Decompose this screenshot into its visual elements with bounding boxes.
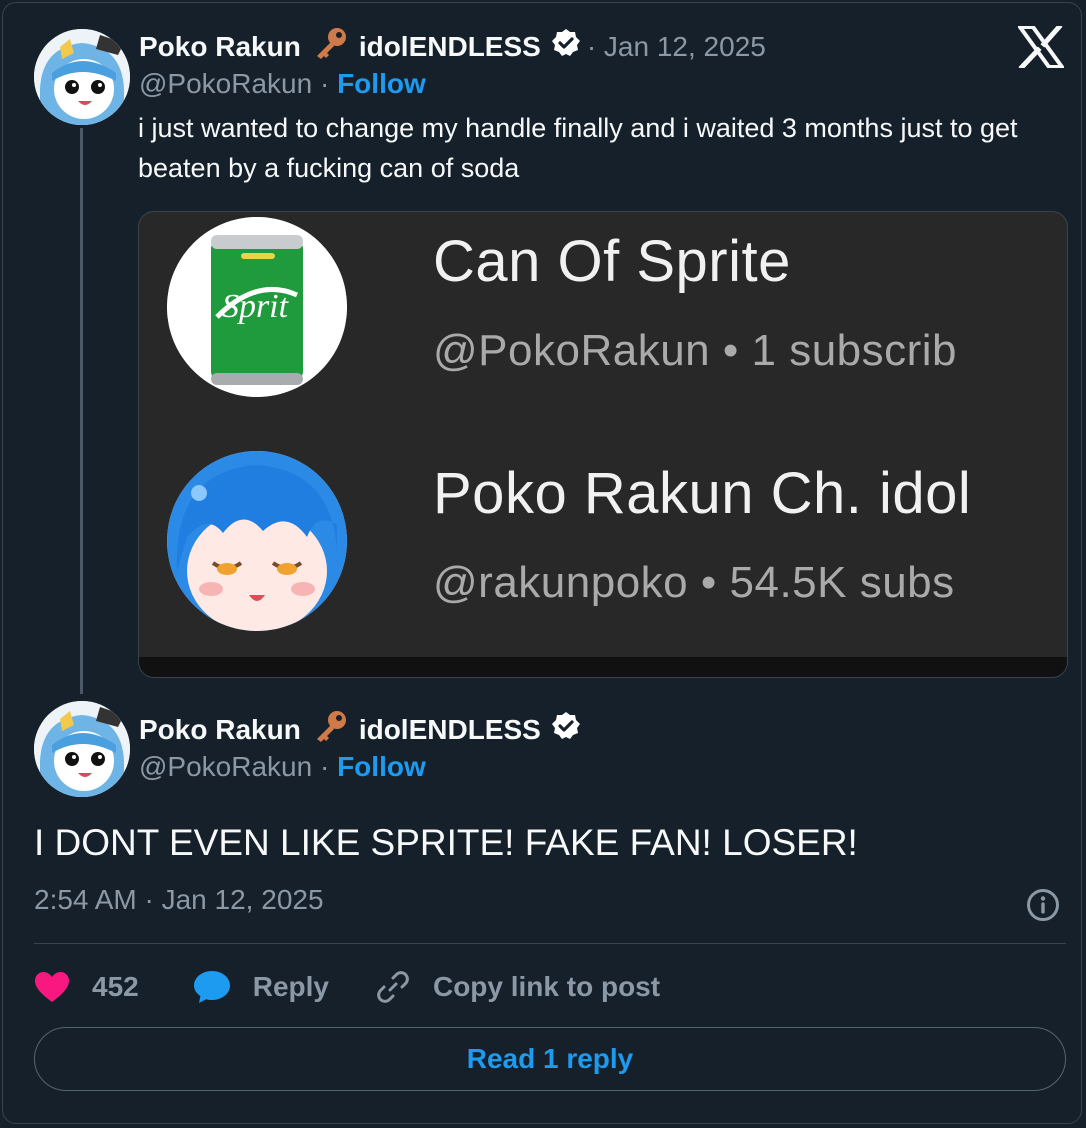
tweet1-text: i just wanted to change my handle finall… xyxy=(138,113,1018,183)
author-display-name[interactable]: Poko Rakun xyxy=(139,31,301,63)
author-handle[interactable]: @PokoRakun · xyxy=(139,68,329,99)
author-handle-2[interactable]: @PokoRakun · xyxy=(139,751,329,782)
follow-button[interactable]: Follow xyxy=(337,68,426,99)
x-logo-icon[interactable] xyxy=(1016,23,1066,73)
follow-button-2[interactable]: Follow xyxy=(337,751,426,782)
tweet2-timestamp[interactable]: 2:54 AM · Jan 12, 2025 xyxy=(34,884,324,916)
copy-link-label: Copy link to post xyxy=(432,971,661,1002)
key-icon xyxy=(313,709,349,750)
author-avatar-2[interactable] xyxy=(34,701,130,797)
tweet2-text: I DONT EVEN LIKE SPRITE! FAKE FAN! LOSER… xyxy=(34,822,858,863)
author-name-suffix-2[interactable]: idolENDLESS xyxy=(359,714,541,746)
verified-badge-icon xyxy=(551,28,581,65)
like-button[interactable]: 452 xyxy=(34,971,139,1003)
divider xyxy=(34,943,1066,944)
reply-button[interactable]: Reply xyxy=(193,970,329,1004)
info-icon[interactable] xyxy=(1026,888,1060,927)
heart-icon xyxy=(35,972,69,1002)
tweet1-name-row: Poko Rakun idolENDLESS · Jan 12, 2025 xyxy=(139,26,766,67)
channel1-title: Can Of Sprite xyxy=(433,229,791,294)
svg-text:Sprit: Sprit xyxy=(222,288,290,325)
author-avatar[interactable] xyxy=(34,29,130,125)
link-icon xyxy=(377,971,409,1003)
channel1-subtitle: @PokoRakun • 1 subscrib xyxy=(433,326,958,375)
reply-label: Reply xyxy=(252,971,329,1002)
channel2-subtitle: @rakunpoko • 54.5K subs xyxy=(433,558,955,607)
tweet1-handle-row: @PokoRakun · Follow xyxy=(139,68,426,100)
tweet2-name-row: Poko Rakun idolENDLESS xyxy=(139,709,581,750)
author-name-suffix[interactable]: idolENDLESS xyxy=(359,31,541,63)
key-icon xyxy=(313,26,349,67)
action-bar: 452 Reply Copy link to post xyxy=(34,964,660,1010)
read-replies-button[interactable]: Read 1 reply xyxy=(34,1027,1066,1091)
like-count: 452 xyxy=(92,971,139,1002)
author-display-name-2[interactable]: Poko Rakun xyxy=(139,714,301,746)
copy-link-button[interactable]: Copy link to post xyxy=(375,969,660,1005)
tweet1-date[interactable]: · Jan 12, 2025 xyxy=(587,31,766,63)
verified-badge-icon xyxy=(551,711,581,748)
channel2-title: Poko Rakun Ch. idol xyxy=(433,461,972,526)
media-bottom-bar xyxy=(139,657,1067,677)
thread-connector-line xyxy=(80,128,83,694)
reply-bubble-icon xyxy=(193,971,230,1003)
poko-channel-avatar xyxy=(167,451,347,631)
tweet2-handle-row: @PokoRakun · Follow xyxy=(139,751,426,783)
attached-image[interactable]: Sprit Can Of Sprite @PokoRakun • 1 subsc… xyxy=(138,211,1068,678)
sprite-can-avatar: Sprit xyxy=(167,217,347,397)
